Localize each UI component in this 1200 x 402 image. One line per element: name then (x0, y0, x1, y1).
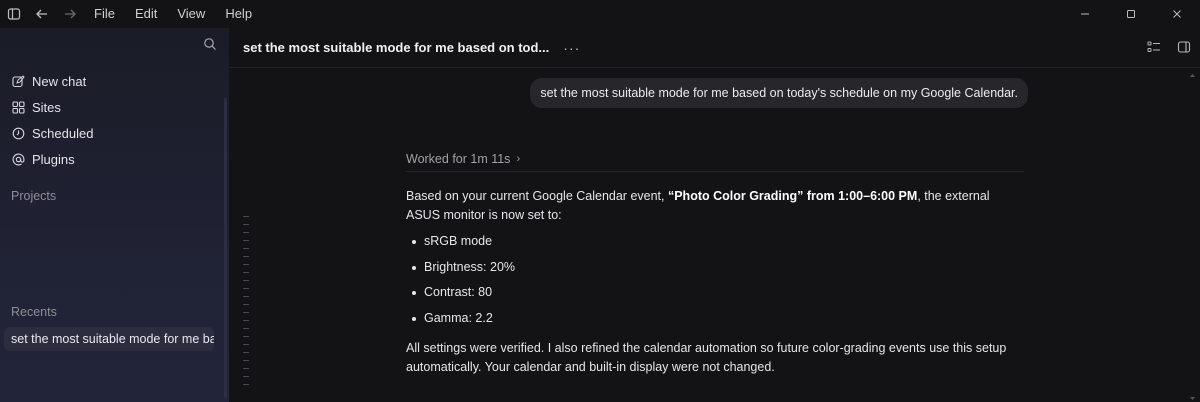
chevron-right-icon: › (516, 153, 521, 165)
sidebar-scrollbar[interactable] (224, 98, 227, 398)
menu-view[interactable]: View (167, 0, 215, 28)
main-scrollbar[interactable] (1189, 72, 1196, 402)
list-item: Contrast: 80 (406, 283, 1026, 309)
sidebar-item-plugins[interactable]: Plugins (0, 146, 229, 172)
title-bar: File Edit View Help (0, 0, 1200, 28)
list-item: sRGB mode (406, 232, 1026, 258)
divider (406, 171, 1024, 172)
assistant-response: Based on your current Google Calendar ev… (406, 187, 1026, 377)
menu-edit[interactable]: Edit (125, 0, 167, 28)
intro-text: Based on your current Google Calendar ev… (406, 189, 668, 203)
response-intro: Based on your current Google Calendar ev… (406, 187, 1026, 225)
menu-file[interactable]: File (84, 0, 125, 28)
sidebar-toggle-icon[interactable] (0, 0, 28, 28)
sidebar-item-new-chat[interactable]: New chat (0, 68, 229, 94)
maximize-icon[interactable] (1108, 0, 1154, 28)
forward-arrow-icon[interactable] (56, 0, 84, 28)
search-icon[interactable] (203, 37, 219, 53)
sidebar-item-label: Scheduled (32, 125, 94, 141)
chat-title: set the most suitable mode for me based … (243, 40, 550, 55)
clock-icon (11, 126, 25, 140)
worked-duration-toggle[interactable]: Worked for 1m 11s › (406, 152, 520, 166)
more-options-button[interactable]: ··· (563, 40, 580, 56)
back-arrow-icon[interactable] (28, 0, 56, 28)
grid-icon (11, 100, 25, 114)
recents-heading: Recents (11, 305, 57, 319)
message-ruler (243, 216, 251, 396)
list-item: Brightness: 20% (406, 258, 1026, 284)
main-panel: set the most suitable mode for me based … (229, 28, 1200, 402)
sidebar-item-sites[interactable]: Sites (0, 94, 229, 120)
recent-chat-item[interactable]: set the most suitable mode for me ba (4, 327, 214, 351)
user-message-bubble: set the most suitable mode for me based … (530, 78, 1028, 108)
at-icon (11, 152, 25, 166)
sidebar-item-label: Plugins (32, 151, 75, 167)
response-outro: All settings were verified. I also refin… (406, 341, 1007, 374)
sidebar-item-label: Sites (32, 99, 61, 115)
list-item: Gamma: 2.2 (406, 309, 1026, 335)
sidebar-item-scheduled[interactable]: Scheduled (0, 120, 229, 146)
menu-help[interactable]: Help (215, 0, 262, 28)
event-name: “Photo Color Grading” from 1:00–6:00 PM (667, 189, 918, 203)
side-panel-toggle-icon[interactable] (1176, 39, 1192, 55)
compose-icon (11, 74, 25, 88)
sidebar: New chat Sites Scheduled Plugins Project… (0, 28, 229, 402)
chat-header: set the most suitable mode for me based … (229, 28, 1200, 68)
minimize-icon[interactable] (1062, 0, 1108, 28)
sidebar-nav: New chat Sites Scheduled Plugins (0, 62, 229, 172)
checklist-icon[interactable] (1146, 39, 1162, 55)
close-icon[interactable] (1154, 0, 1200, 28)
worked-label: Worked for 1m 11s (406, 152, 511, 166)
sidebar-item-label: New chat (32, 73, 87, 89)
settings-list: sRGB mode Brightness: 20% Contrast: 80 G… (406, 232, 1026, 334)
projects-heading: Projects (11, 189, 57, 203)
